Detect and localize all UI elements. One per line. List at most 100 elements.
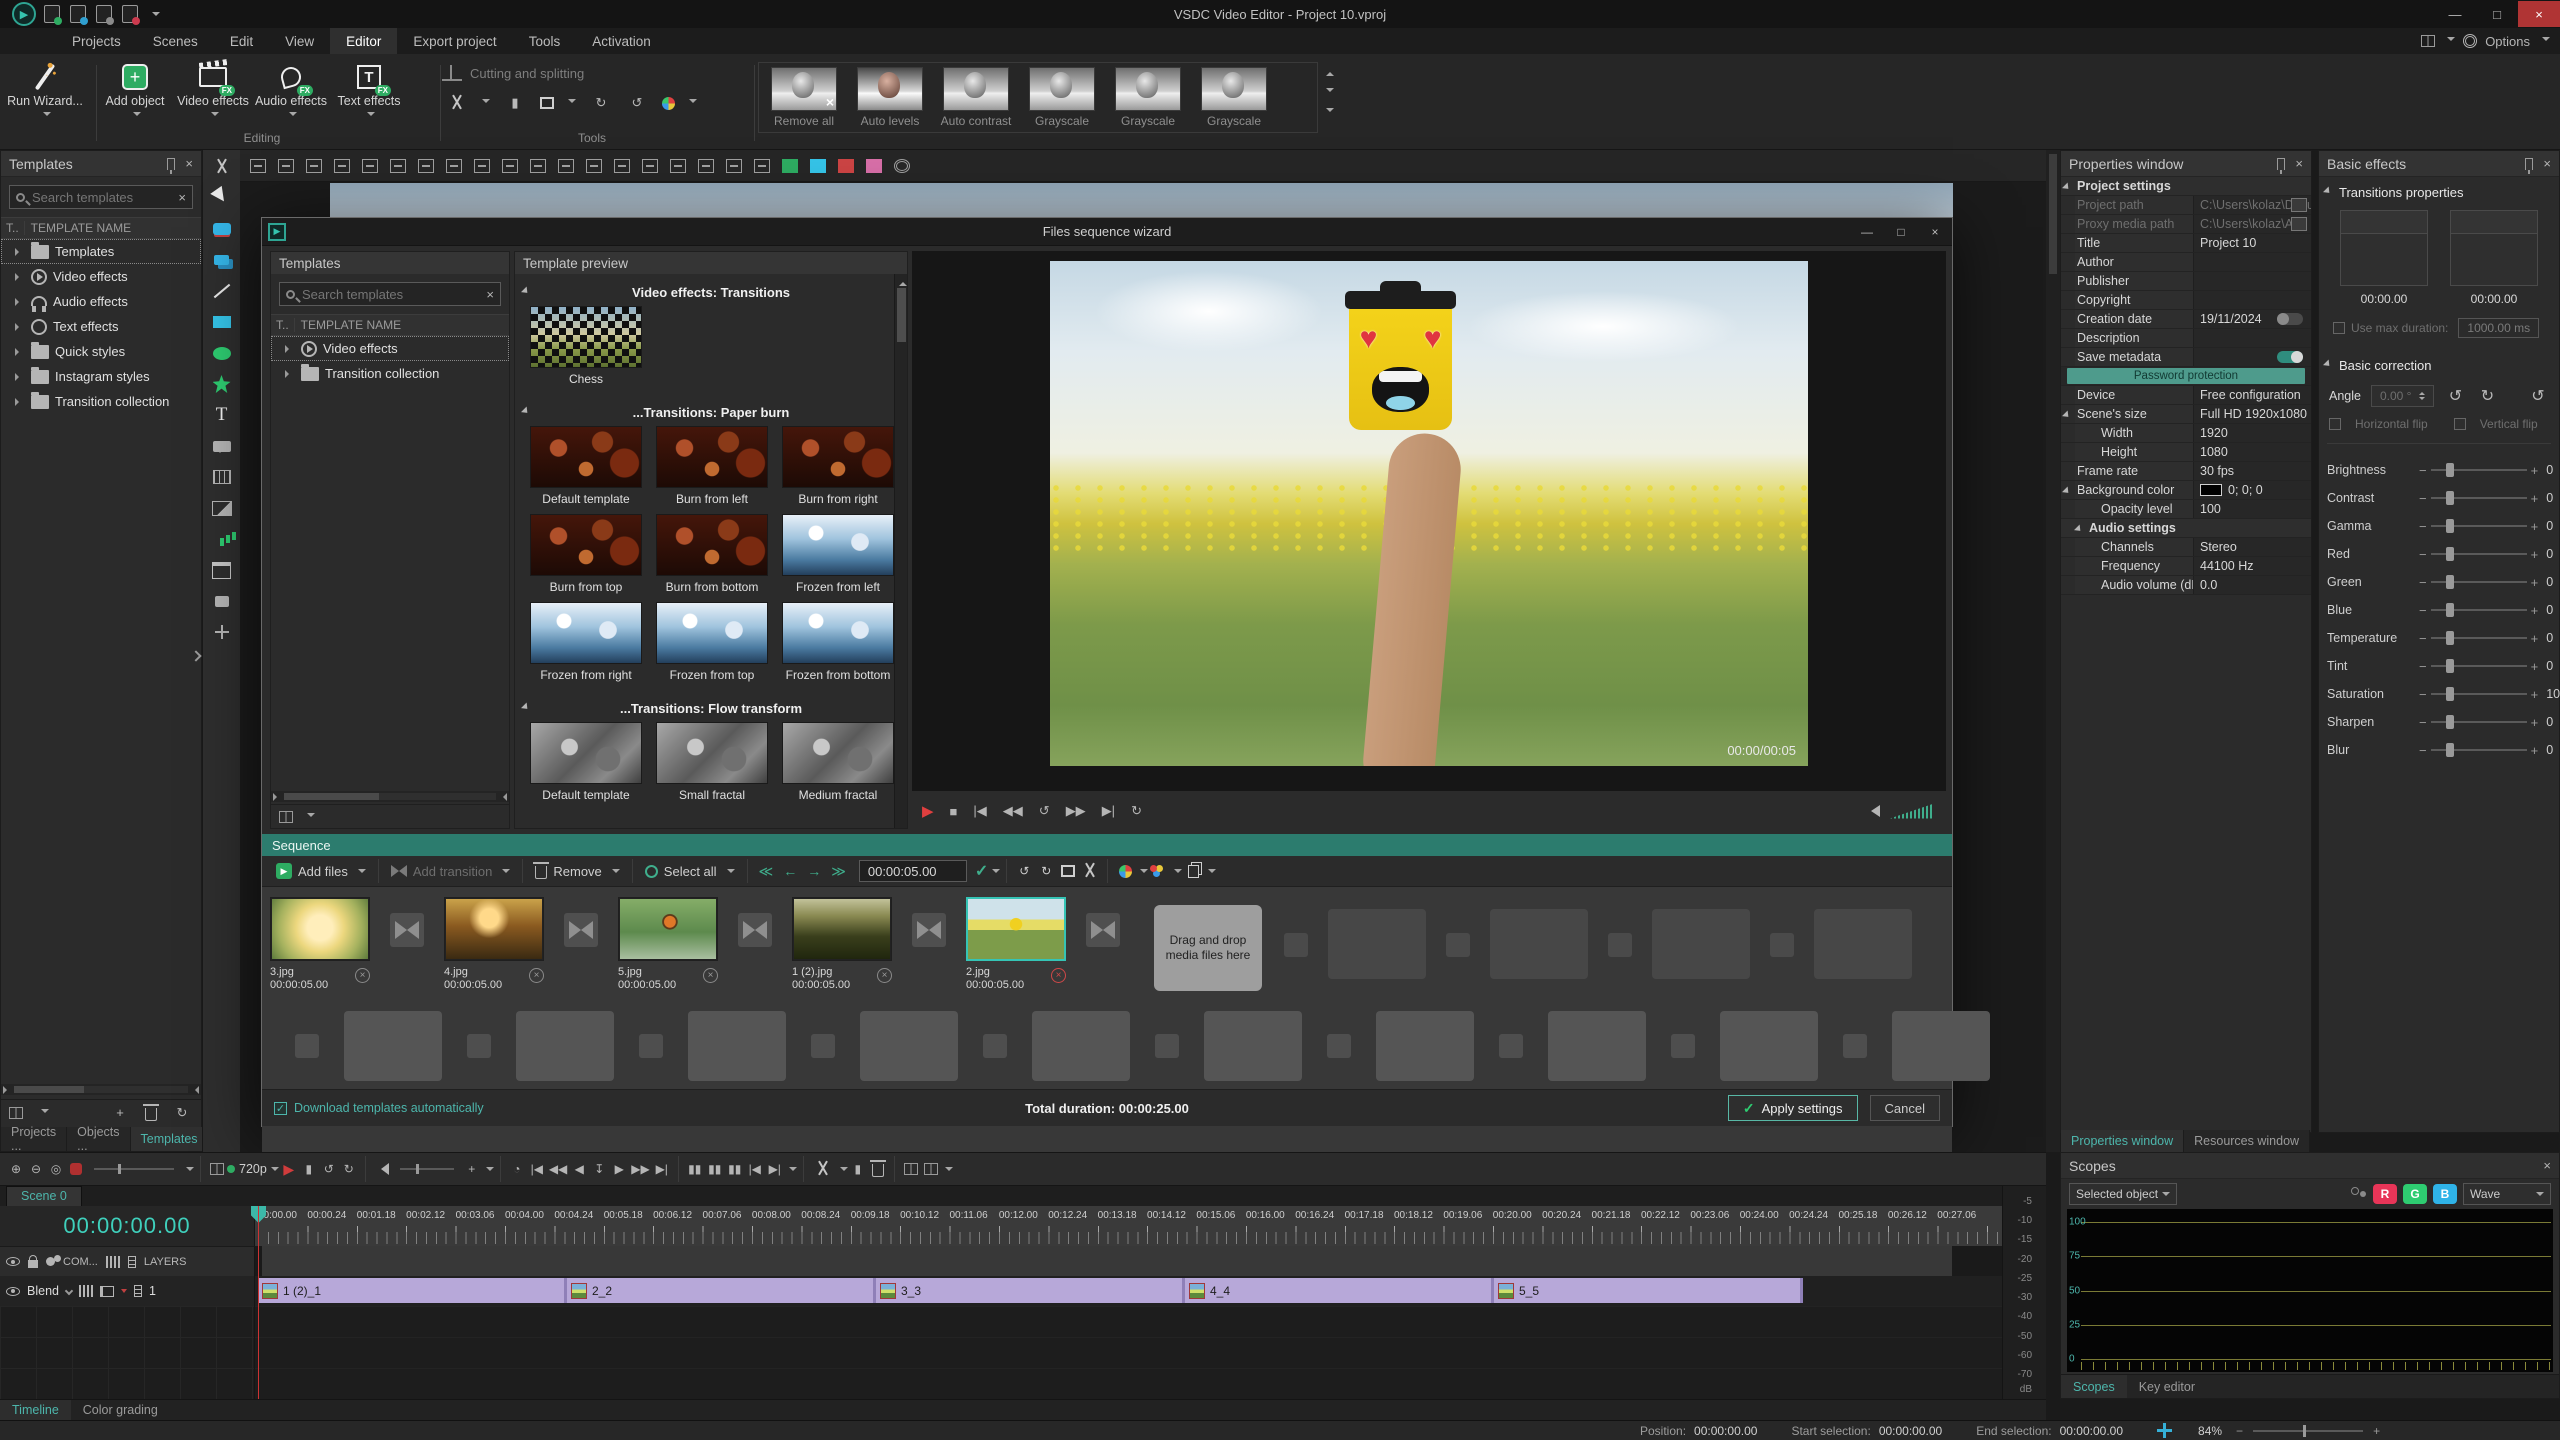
slider-thumb[interactable] — [2446, 575, 2454, 589]
download-templates-checkbox[interactable]: ✓ — [274, 1102, 287, 1115]
empty-media-slot[interactable] — [1720, 1011, 1818, 1081]
decrease-icon[interactable]: − — [2419, 743, 2427, 758]
lock-icon[interactable] — [28, 1260, 38, 1268]
timeline-clip[interactable]: 1 (2)_1 — [258, 1278, 567, 1303]
dialog-tree-item[interactable]: Video effects — [271, 336, 509, 361]
increase-icon[interactable]: + — [2531, 463, 2539, 478]
rotate-cw-icon[interactable]: ↻ — [1035, 861, 1057, 881]
template-tree-item[interactable]: Templates — [1, 239, 201, 264]
crop-caret-icon[interactable] — [568, 99, 576, 107]
template-tree-item[interactable]: Audio effects — [1, 289, 201, 314]
template-item[interactable]: Burn from left — [649, 426, 775, 506]
layout-icon[interactable] — [2421, 35, 2435, 47]
run-wizard-button[interactable]: Run Wizard... — [6, 60, 84, 120]
timeline-clip[interactable]: 5_5 — [1494, 1278, 1803, 1303]
rectangle-tool-icon[interactable] — [211, 311, 233, 333]
decrease-icon[interactable]: − — [2419, 491, 2427, 506]
quick-style-item[interactable]: × Auto contrast — [933, 67, 1019, 128]
image-tool-icon[interactable] — [211, 497, 233, 519]
empty-media-slot[interactable] — [1204, 1011, 1302, 1081]
collapse-caret-icon[interactable] — [2323, 359, 2335, 371]
increase-icon[interactable]: + — [2531, 743, 2539, 758]
refresh-icon[interactable]: ↻ — [171, 1102, 193, 1124]
volume-plus-icon[interactable]: + — [462, 1158, 482, 1180]
horizontal-flip-checkbox[interactable] — [2329, 418, 2341, 430]
bottom-tab[interactable]: Timeline — [0, 1400, 71, 1420]
move-last-button[interactable]: ≫ — [826, 863, 851, 880]
slider-thumb[interactable] — [2446, 687, 2454, 701]
redo-icon[interactable]: ↻ — [339, 1158, 359, 1180]
slider-track[interactable] — [2431, 665, 2527, 667]
sequence-clip[interactable]: 5.jpg00:00:05.00 × — [618, 897, 718, 992]
preview-mode-icon[interactable] — [207, 1158, 227, 1180]
expand-caret-icon[interactable] — [15, 273, 23, 281]
track-options-caret-icon[interactable] — [121, 1289, 127, 1296]
dock-tab[interactable]: Resources window — [2184, 1130, 2310, 1152]
close-panel-icon[interactable]: × — [185, 156, 193, 171]
name-column-header[interactable]: TEMPLATE NAME — [295, 318, 401, 332]
rotate-ccw-90-icon[interactable]: ↺ — [2444, 385, 2466, 407]
timeline-ruler[interactable]: 00:00.0000:00.2400:01.1800:02.1200:03.06… — [255, 1206, 2002, 1246]
slider-thumb[interactable] — [2446, 631, 2454, 645]
empty-media-slot[interactable] — [688, 1011, 786, 1081]
split-right-icon[interactable]: ▮▮ — [725, 1158, 745, 1180]
property-row[interactable]: Creation date 19/11/2024 Creation date — [2061, 310, 2311, 329]
align-left-icon[interactable] — [446, 159, 462, 173]
template-item[interactable]: Frozen from right — [523, 602, 649, 682]
quick-style-item[interactable]: × Grayscale — [1019, 67, 1105, 128]
empty-media-slot[interactable] — [1814, 909, 1912, 979]
property-row[interactable]: Description Description — [2061, 329, 2311, 348]
cutting-splitting-button[interactable]: Cutting and splitting — [470, 66, 584, 81]
text-tool-icon[interactable]: T — [211, 404, 233, 426]
max-duration-field[interactable]: 1000.00 ms — [2458, 318, 2539, 338]
quick-style-scroll-down-icon[interactable] — [1326, 88, 1334, 96]
transition-slot[interactable] — [1608, 933, 1632, 957]
delete-fragment-icon[interactable] — [868, 1158, 888, 1180]
scope-tab[interactable]: Scopes — [2061, 1375, 2127, 1398]
transition-slot[interactable] — [390, 913, 424, 947]
template-item[interactable]: Small fractal — [649, 722, 775, 802]
transition-slot[interactable] — [295, 1034, 319, 1058]
record-icon[interactable] — [66, 1158, 86, 1180]
track-visibility-icon[interactable] — [6, 1287, 20, 1296]
close-panel-icon[interactable]: × — [2543, 156, 2551, 171]
scroll-up-icon[interactable] — [899, 278, 907, 286]
decrease-icon[interactable]: − — [2419, 463, 2427, 478]
quick-style-item[interactable]: × Grayscale — [1191, 67, 1277, 128]
transition-slot[interactable] — [983, 1034, 1007, 1058]
quality-caret-icon[interactable] — [271, 1167, 279, 1175]
template-tree-item[interactable]: Quick styles — [1, 339, 201, 364]
type-column-header[interactable]: T.. — [1, 221, 25, 235]
sequence-clip[interactable]: 3.jpg00:00:05.00 × — [270, 897, 370, 992]
duplicate-sprite-tool-icon[interactable] — [211, 249, 233, 271]
property-row[interactable]: Title Project 10 Title — [2061, 234, 2311, 253]
cut-clip-icon[interactable] — [810, 1158, 836, 1180]
type-column-header[interactable]: T.. — [271, 318, 295, 332]
timeline-clip[interactable]: 4_4 — [1185, 1278, 1494, 1303]
rotate-cw-90-icon[interactable]: ↻ — [2476, 385, 2498, 407]
empty-media-slot[interactable] — [516, 1011, 614, 1081]
quick-style-item[interactable]: × Auto levels — [847, 67, 933, 128]
dialog-search-input[interactable]: Search templates × — [279, 282, 501, 306]
empty-media-slot[interactable] — [860, 1011, 958, 1081]
expand-caret-icon[interactable] — [15, 248, 23, 256]
slider-track[interactable] — [2431, 721, 2527, 723]
template-item[interactable]: Default template — [523, 722, 649, 802]
crop-icon[interactable] — [540, 97, 554, 109]
slider-thumb[interactable] — [2446, 547, 2454, 561]
remove-clip-icon[interactable]: × — [703, 968, 718, 983]
split-clip-icon[interactable]: ▮ — [848, 1158, 868, 1180]
password-protection-button[interactable]: Password protection — [2067, 368, 2305, 384]
slider-track[interactable] — [2431, 609, 2527, 611]
color-correction-icon[interactable] — [1114, 861, 1136, 881]
template-item[interactable]: Burn from bottom — [649, 514, 775, 594]
dock-tab[interactable]: Properties window — [2061, 1130, 2184, 1152]
toggle-switch[interactable] — [2277, 351, 2303, 363]
property-row[interactable]: Scene's size Full HD 1920x1080 pixe Scen… — [2061, 405, 2311, 424]
step-forward-icon[interactable]: ▶ — [609, 1158, 629, 1180]
ungroup-icon[interactable] — [754, 159, 770, 173]
property-row[interactable]: Channels Stereo Channels — [2061, 538, 2311, 557]
panel-tab[interactable]: Templates — [131, 1127, 209, 1151]
marker-in-icon[interactable]: |◀ — [745, 1158, 765, 1180]
scroll-right-icon[interactable] — [191, 1086, 199, 1094]
